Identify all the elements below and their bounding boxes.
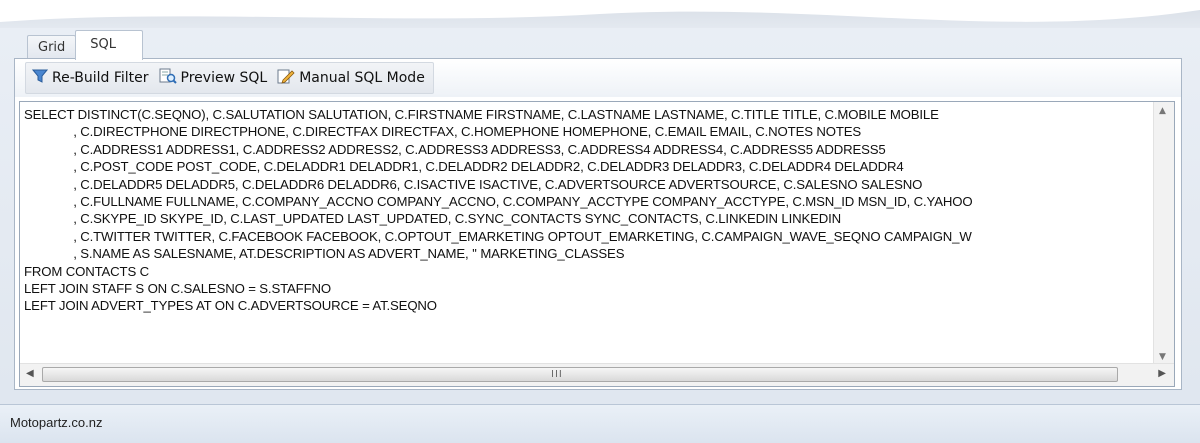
sql-line: LEFT JOIN ADVERT_TYPES AT ON C.ADVERTSOU…: [24, 298, 437, 314]
sql-line: , C.POST_CODE POST_CODE, C.DELADDR1 DELA…: [24, 159, 904, 175]
sql-line: FROM CONTACTS C: [24, 263, 149, 279]
sql-toolbar: Re-Build Filter Preview SQL Manual SQL M…: [15, 59, 1181, 97]
tab-bar: Grid SQL: [27, 30, 144, 60]
sql-line: , C.SKYPE_ID SKYPE_ID, C.LAST_UPDATED LA…: [24, 211, 842, 227]
preview-sql-label: Preview SQL: [180, 70, 268, 86]
status-text: Motopartz.co.nz: [10, 415, 103, 430]
status-bar: Motopartz.co.nz: [0, 404, 1200, 443]
rebuild-filter-label: Re-Build Filter: [52, 70, 149, 86]
sql-line: , C.DELADDR5 DELADDR5, C.DELADDR6 DELADD…: [24, 176, 923, 192]
sql-line: , C.FULLNAME FULLNAME, C.COMPANY_ACCNO C…: [24, 194, 973, 210]
tab-grid[interactable]: Grid: [27, 35, 77, 60]
scroll-up-arrow-icon[interactable]: ▲: [1159, 106, 1166, 116]
sql-line: , C.TWITTER TWITTER, C.FACEBOOK FACEBOOK…: [24, 228, 972, 244]
rebuild-filter-button[interactable]: Re-Build Filter: [28, 64, 153, 92]
pencil-edit-icon: [277, 68, 299, 88]
sql-text[interactable]: SELECT DISTINCT(C.SEQNO), C.SALUTATION S…: [24, 106, 1152, 364]
preview-sql-button[interactable]: Preview SQL: [155, 64, 272, 92]
scroll-grip: III: [551, 369, 563, 380]
filter-icon: [31, 68, 52, 88]
vertical-scrollbar[interactable]: ▲ ▼: [1153, 102, 1174, 366]
sql-line: , S.NAME AS SALESNAME, AT.DESCRIPTION AS…: [24, 246, 625, 262]
preview-sql-icon: [159, 68, 181, 88]
scroll-left-arrow-icon[interactable]: ◀: [26, 368, 34, 379]
horizontal-scroll-thumb[interactable]: III: [42, 367, 1118, 382]
sql-line: SELECT DISTINCT(C.SEQNO), C.SALUTATION S…: [24, 107, 939, 122]
manual-sql-mode-label: Manual SQL Mode: [299, 70, 425, 86]
manual-sql-mode-button[interactable]: Manual SQL Mode: [273, 64, 429, 92]
tab-sql[interactable]: SQL: [75, 30, 144, 60]
sql-line: LEFT JOIN STAFF S ON C.SALESNO = S.STAFF…: [24, 281, 331, 297]
scroll-down-arrow-icon[interactable]: ▼: [1159, 352, 1166, 362]
toolbar-button-group: Re-Build Filter Preview SQL Manual SQL M…: [25, 62, 434, 94]
sql-line: , C.ADDRESS1 ADDRESS1, C.ADDRESS2 ADDRES…: [24, 141, 886, 157]
sql-panel: Re-Build Filter Preview SQL Manual SQL M…: [14, 58, 1182, 390]
horizontal-scrollbar[interactable]: ◀ III ▶: [20, 363, 1174, 386]
scroll-right-arrow-icon[interactable]: ▶: [1158, 368, 1166, 379]
sql-line: , C.DIRECTPHONE DIRECTPHONE, C.DIRECTFAX…: [24, 124, 862, 140]
sql-editor[interactable]: SELECT DISTINCT(C.SEQNO), C.SALUTATION S…: [19, 101, 1175, 387]
